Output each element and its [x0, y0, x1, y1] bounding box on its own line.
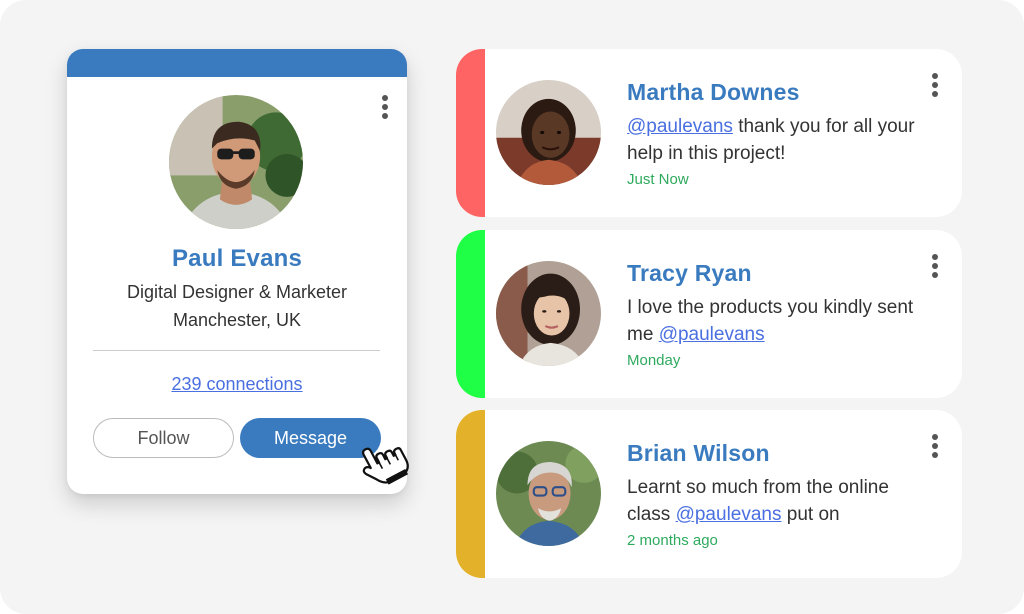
- message-sender-name: Brian Wilson: [627, 440, 770, 466]
- follow-button[interactable]: Follow: [93, 418, 234, 458]
- message-card[interactable]: Martha Downes @paulevans thank you for a…: [456, 49, 962, 217]
- avatar: [169, 95, 303, 229]
- message-card[interactable]: Brian Wilson Learnt so much from the onl…: [456, 410, 962, 578]
- message-card[interactable]: Tracy Ryan I love the products you kindl…: [456, 230, 962, 398]
- message-text: Learnt so much from the online class @pa…: [627, 477, 889, 525]
- mention-link[interactable]: @paulevans: [676, 504, 782, 525]
- message-accent-bar: [456, 410, 485, 578]
- avatar: [496, 261, 601, 366]
- more-vertical-icon[interactable]: [378, 95, 392, 121]
- message-timestamp: 2 months ago: [627, 532, 718, 549]
- message-timestamp: Monday: [627, 352, 681, 369]
- message-text: I love the products you kindly sent me @…: [627, 297, 914, 345]
- message-text: @paulevans thank you for all your help i…: [627, 116, 915, 164]
- divider: [93, 350, 380, 351]
- mention-link[interactable]: @paulevans: [627, 116, 733, 137]
- message-accent-bar: [456, 49, 485, 217]
- more-vertical-icon[interactable]: [928, 434, 942, 460]
- mention-link[interactable]: @paulevans: [659, 324, 765, 345]
- more-vertical-icon[interactable]: [928, 73, 942, 99]
- message-sender-name: Martha Downes: [627, 79, 800, 105]
- message-accent-bar: [456, 230, 485, 398]
- message-sender-name: Tracy Ryan: [627, 260, 752, 286]
- hand-pointer-icon: [361, 447, 409, 485]
- stage-background: Paul Evans Digital Designer & Marketer M…: [0, 0, 1024, 614]
- profile-card: Paul Evans Digital Designer & Marketer M…: [67, 49, 407, 494]
- profile-name: Paul Evans: [171, 245, 303, 272]
- more-vertical-icon[interactable]: [928, 254, 942, 280]
- avatar: [496, 80, 601, 185]
- profile-card-header: [67, 49, 407, 77]
- profile-title: Digital Designer & Marketer: [126, 282, 348, 302]
- profile-location: Manchester, UK: [172, 310, 302, 330]
- avatar: [496, 441, 601, 546]
- message-timestamp: Just Now: [627, 171, 689, 188]
- connections-link[interactable]: 239 connections: [67, 374, 407, 395]
